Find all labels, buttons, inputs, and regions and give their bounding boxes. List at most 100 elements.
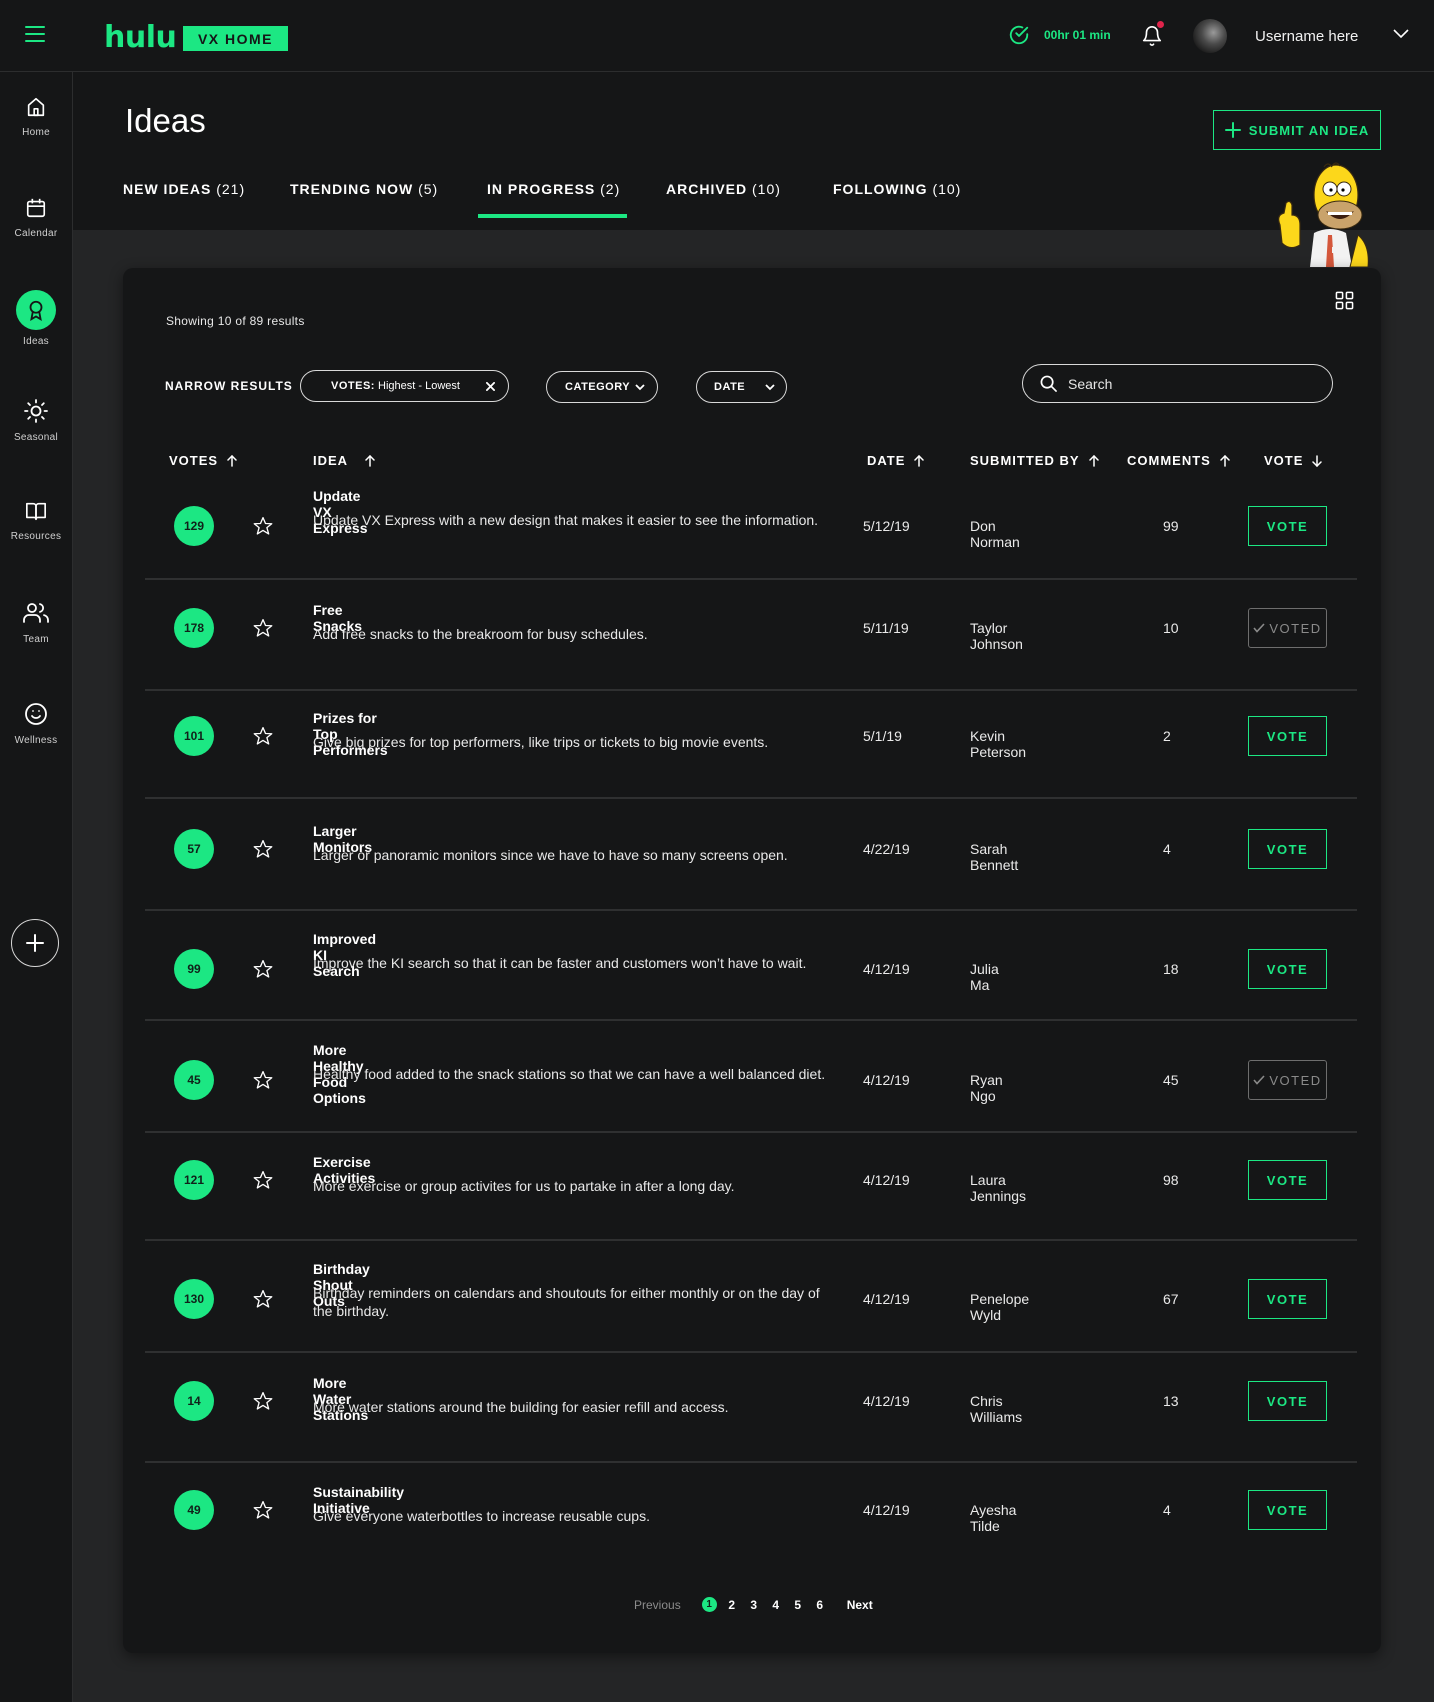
home-icon xyxy=(27,97,45,117)
column-label: SUBMITTED BY xyxy=(970,453,1080,468)
tab-in-progress[interactable]: IN PROGRESS (2) xyxy=(487,181,620,197)
votes-column-header[interactable]: VOTES xyxy=(169,453,237,468)
votes-filter-value: Highest - Lowest xyxy=(378,380,460,392)
idea-date: 4/12/19 xyxy=(863,1172,910,1188)
star-icon[interactable] xyxy=(253,1070,273,1090)
idea-description: Update VX Express with a new design that… xyxy=(313,512,819,528)
submitted-by: Chris Williams xyxy=(970,1393,1023,1425)
vote-button[interactable]: VOTE xyxy=(1248,716,1327,756)
star-icon[interactable] xyxy=(253,1289,273,1309)
add-button[interactable] xyxy=(11,919,59,967)
tab-label: NEW IDEAS xyxy=(123,181,212,197)
calendar-icon xyxy=(26,198,46,218)
date-filter-dropdown[interactable]: DATE xyxy=(696,371,787,403)
vote-button[interactable]: VOTE xyxy=(1248,1279,1327,1319)
star-icon[interactable] xyxy=(253,1391,273,1411)
page-link[interactable]: 4 xyxy=(765,1598,787,1612)
category-filter-label: CATEGORY xyxy=(565,381,631,393)
close-icon[interactable] xyxy=(486,382,495,391)
vote-count-badge: 49 xyxy=(174,1490,214,1530)
star-icon[interactable] xyxy=(253,959,273,979)
vote-count-badge: 178 xyxy=(174,608,214,648)
star-icon[interactable] xyxy=(253,516,273,536)
sidebar-item-resources[interactable]: Resources xyxy=(0,500,72,542)
vx-home-badge[interactable]: VX HOME xyxy=(183,26,288,51)
username[interactable]: Username here xyxy=(1255,28,1358,45)
date-column-header[interactable]: DATE xyxy=(867,453,925,468)
tab-label: ARCHIVED xyxy=(666,181,748,197)
page-link[interactable]: 6 xyxy=(809,1598,831,1612)
comment-count: 2 xyxy=(1163,728,1171,744)
submitted-by: Taylor Johnson xyxy=(970,620,1023,652)
submitted-by-column-header[interactable]: SUBMITTED BY xyxy=(970,453,1099,468)
timer-text: 00hr 01 min xyxy=(1044,28,1111,42)
plus-icon xyxy=(26,934,44,952)
tab-following[interactable]: FOLLOWING (10) xyxy=(833,181,961,197)
sidebar-item-wellness[interactable]: Wellness xyxy=(0,702,72,746)
star-icon[interactable] xyxy=(253,839,273,859)
vote-button[interactable]: VOTE xyxy=(1248,506,1327,546)
sidebar-item-label: Ideas xyxy=(23,336,49,347)
date-filter-label: DATE xyxy=(714,381,746,393)
star-icon[interactable] xyxy=(253,618,273,638)
voted-button[interactable]: VOTED xyxy=(1248,1060,1327,1100)
sidebar-item-home[interactable]: Home xyxy=(0,96,72,138)
star-icon[interactable] xyxy=(253,726,273,746)
page-link[interactable]: 2 xyxy=(721,1598,743,1612)
tab-trending-now[interactable]: TRENDING NOW (5) xyxy=(290,181,438,197)
column-label: VOTES xyxy=(169,453,219,468)
tab-count: (10) xyxy=(932,181,962,197)
tab-archived[interactable]: ARCHIVED (10) xyxy=(666,181,781,197)
vote-column-header[interactable]: VOTE xyxy=(1264,453,1323,468)
idea-date: 4/12/19 xyxy=(863,1072,910,1088)
chevron-down-icon[interactable] xyxy=(1393,28,1409,40)
sidebar-item-calendar[interactable]: Calendar xyxy=(0,197,72,239)
submitted-by: Kevin Peterson xyxy=(970,728,1027,760)
comments-column-header[interactable]: COMMENTS xyxy=(1127,453,1230,468)
star-icon[interactable] xyxy=(253,1500,273,1520)
page-link[interactable]: 1 xyxy=(701,1597,717,1612)
sidebar-item-ideas[interactable]: Ideas xyxy=(0,290,72,347)
vote-count-badge: 99 xyxy=(174,949,214,989)
sidebar-item-seasonal[interactable]: Seasonal xyxy=(0,399,72,443)
page-link[interactable]: 5 xyxy=(787,1598,809,1612)
vote-button[interactable]: VOTE xyxy=(1248,1490,1327,1530)
voted-button[interactable]: VOTED xyxy=(1248,608,1327,648)
award-icon xyxy=(29,300,43,322)
hamburger-menu-icon[interactable] xyxy=(25,26,45,42)
sidebar: Home Calendar Ideas Seasonal Resources T… xyxy=(0,72,73,1702)
row-divider xyxy=(145,1131,1357,1133)
idea-date: 4/22/19 xyxy=(863,841,910,857)
votes-filter-chip[interactable]: VOTES: Highest - Lowest xyxy=(300,370,509,402)
idea-column-header[interactable]: IDEA xyxy=(313,453,375,468)
vote-button[interactable]: VOTE xyxy=(1248,949,1327,989)
idea-description: More exercise or group activites for us … xyxy=(313,1178,735,1194)
category-filter-dropdown[interactable]: CATEGORY xyxy=(546,371,658,403)
arrow-down-icon xyxy=(1312,454,1323,467)
submit-idea-button[interactable]: SUBMIT AN IDEA xyxy=(1213,110,1381,150)
search-field[interactable] xyxy=(1022,364,1333,403)
vote-button[interactable]: VOTE xyxy=(1248,1381,1327,1421)
previous-page-link[interactable]: Previous xyxy=(634,1598,681,1612)
row-divider xyxy=(145,1239,1357,1241)
sidebar-item-team[interactable]: Team xyxy=(0,601,72,645)
hulu-logo[interactable]: hulu xyxy=(104,20,177,55)
vote-button[interactable]: VOTE xyxy=(1248,829,1327,869)
grid-view-icon[interactable] xyxy=(1335,291,1354,310)
idea-date: 4/12/19 xyxy=(863,1393,910,1409)
star-icon[interactable] xyxy=(253,1170,273,1190)
page-link[interactable]: 3 xyxy=(743,1598,765,1612)
active-indicator xyxy=(16,290,56,330)
check-circle-icon xyxy=(1009,25,1029,45)
tab-count: (21) xyxy=(216,181,246,197)
avatar[interactable] xyxy=(1193,19,1227,53)
tab-new-ideas[interactable]: NEW IDEAS (21) xyxy=(123,181,245,197)
idea-description: Give everyone waterbottles to increase r… xyxy=(313,1508,650,1524)
tab-label: FOLLOWING xyxy=(833,181,928,197)
submitted-by: Penelope Wyld xyxy=(970,1291,1030,1323)
vote-button[interactable]: VOTE xyxy=(1248,1160,1327,1200)
next-page-link[interactable]: Next xyxy=(847,1598,873,1612)
arrow-up-icon xyxy=(1088,454,1099,467)
search-input[interactable] xyxy=(1068,375,1308,392)
comment-count: 99 xyxy=(1163,518,1179,534)
